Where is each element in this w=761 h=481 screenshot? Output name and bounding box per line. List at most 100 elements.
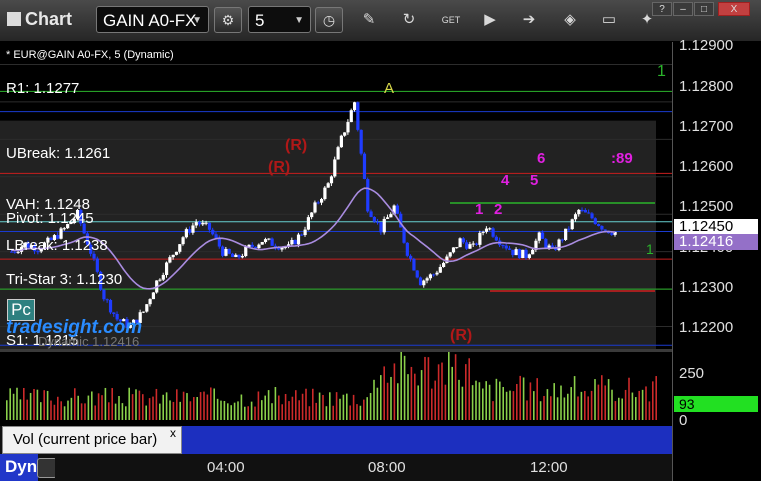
volume-bar bbox=[590, 390, 593, 420]
price-tick: 1.12200 bbox=[679, 319, 734, 336]
volume-bar bbox=[451, 366, 453, 420]
candle-body bbox=[303, 229, 307, 236]
volume-tick: 250 bbox=[679, 365, 705, 382]
help-button[interactable]: ? bbox=[652, 2, 672, 16]
candle-body bbox=[468, 244, 472, 249]
volume-bar bbox=[230, 405, 232, 420]
dyn-label[interactable]: Dyn bbox=[0, 454, 38, 481]
volume-bar bbox=[526, 400, 528, 420]
candle-body bbox=[349, 110, 353, 123]
volume-bar bbox=[250, 401, 253, 420]
time-tick: 12:00 bbox=[530, 459, 568, 476]
candle-body bbox=[494, 236, 498, 241]
candle-body bbox=[451, 247, 456, 253]
refresh-icon[interactable]: ↻ bbox=[398, 9, 420, 31]
volume-bar bbox=[227, 403, 229, 420]
volume-bar bbox=[560, 385, 562, 420]
candle-body bbox=[422, 280, 426, 286]
volume-bar bbox=[509, 390, 511, 420]
volume-bar bbox=[155, 388, 158, 420]
candle-body bbox=[197, 222, 202, 225]
play-icon[interactable]: ▶ bbox=[479, 9, 501, 31]
volume-bar bbox=[573, 376, 576, 420]
annotation-a: A bbox=[384, 80, 395, 97]
volume-bar bbox=[550, 396, 552, 420]
price-tick: 1.12700 bbox=[679, 118, 734, 135]
volume-bar bbox=[505, 391, 508, 420]
r-mark: (R) bbox=[285, 137, 308, 154]
chevron-down-icon: ▼ bbox=[294, 15, 304, 26]
candle-body bbox=[372, 216, 376, 222]
symbol-combo[interactable]: GAIN A0-FX ▼ bbox=[96, 6, 209, 33]
candle-body bbox=[320, 199, 324, 203]
volume-bar bbox=[50, 400, 52, 420]
volume-bar bbox=[570, 387, 572, 420]
volume-bar bbox=[431, 388, 433, 420]
volume-bar bbox=[393, 363, 396, 420]
volume-bar bbox=[410, 366, 413, 420]
volume-bar bbox=[597, 384, 600, 420]
volume-chart[interactable] bbox=[0, 352, 672, 426]
window-title: Chart bbox=[7, 9, 72, 30]
volume-bar bbox=[240, 394, 243, 420]
volume-bar bbox=[213, 388, 215, 420]
volume-bar bbox=[97, 393, 100, 420]
volume-bar bbox=[543, 395, 545, 420]
volume-bar bbox=[383, 366, 385, 420]
volume-bar bbox=[444, 384, 447, 420]
clock-icon[interactable]: ◷ bbox=[315, 7, 343, 33]
volume-bar bbox=[356, 404, 358, 420]
volume-bar bbox=[295, 390, 297, 420]
message-icon[interactable]: ▭ bbox=[598, 9, 620, 31]
close-button[interactable]: X bbox=[718, 2, 750, 16]
tag-icon[interactable]: ◈ bbox=[559, 9, 581, 31]
volume-bar bbox=[468, 358, 470, 420]
price-chart[interactable] bbox=[0, 42, 672, 349]
candle-body bbox=[385, 217, 390, 219]
volume-bar bbox=[485, 381, 487, 420]
volume-bar bbox=[29, 392, 32, 420]
candle-body bbox=[517, 249, 522, 259]
arrow-icon[interactable]: ➔ bbox=[518, 9, 540, 31]
magenta-count: 4 bbox=[501, 172, 510, 189]
candle-body bbox=[306, 217, 311, 230]
volume-bar bbox=[407, 374, 409, 420]
candle-body bbox=[333, 159, 337, 177]
time-axis[interactable] bbox=[55, 454, 672, 481]
volume-bar bbox=[631, 392, 634, 420]
candle-body bbox=[359, 129, 363, 154]
volume-bar bbox=[329, 392, 331, 420]
volume-bar bbox=[264, 395, 266, 420]
candle-body bbox=[204, 222, 208, 224]
candle-body bbox=[346, 122, 350, 133]
volume-study-tab[interactable]: Vol (current price bar) bbox=[2, 426, 182, 454]
candle-body bbox=[207, 222, 212, 230]
volume-bar bbox=[84, 403, 86, 420]
candle-body bbox=[560, 239, 564, 241]
candle-body bbox=[504, 245, 508, 249]
green-count: 1 bbox=[657, 63, 666, 80]
candle-body bbox=[178, 244, 182, 252]
price-tick: 1.12500 bbox=[679, 198, 734, 215]
pencil-draw-icon[interactable]: ✎ bbox=[358, 9, 380, 31]
settings-gear-icon[interactable]: ⚙ bbox=[214, 7, 242, 33]
dyn-options-icon[interactable] bbox=[37, 458, 57, 478]
volume-bar bbox=[553, 383, 555, 420]
candle-body bbox=[263, 239, 268, 243]
volume-bar bbox=[349, 405, 351, 420]
candle-body bbox=[600, 225, 604, 230]
close-icon[interactable]: x bbox=[170, 426, 176, 440]
candle-body bbox=[544, 238, 548, 248]
candle-body bbox=[425, 278, 429, 281]
volume-bar bbox=[70, 397, 73, 420]
tristar-label: Tri-Star 3: 1.1230 bbox=[6, 271, 123, 288]
interval-combo[interactable]: 5 ▼ bbox=[248, 6, 311, 33]
volume-bar bbox=[199, 392, 202, 420]
minimize-icon[interactable]: – bbox=[673, 2, 693, 16]
candle-body bbox=[296, 234, 301, 245]
volume-bar bbox=[522, 377, 525, 420]
candle-body bbox=[521, 249, 525, 259]
volume-bar bbox=[278, 395, 280, 420]
maximize-icon[interactable]: □ bbox=[694, 2, 714, 16]
get-data-icon[interactable]: GET bbox=[440, 9, 462, 31]
